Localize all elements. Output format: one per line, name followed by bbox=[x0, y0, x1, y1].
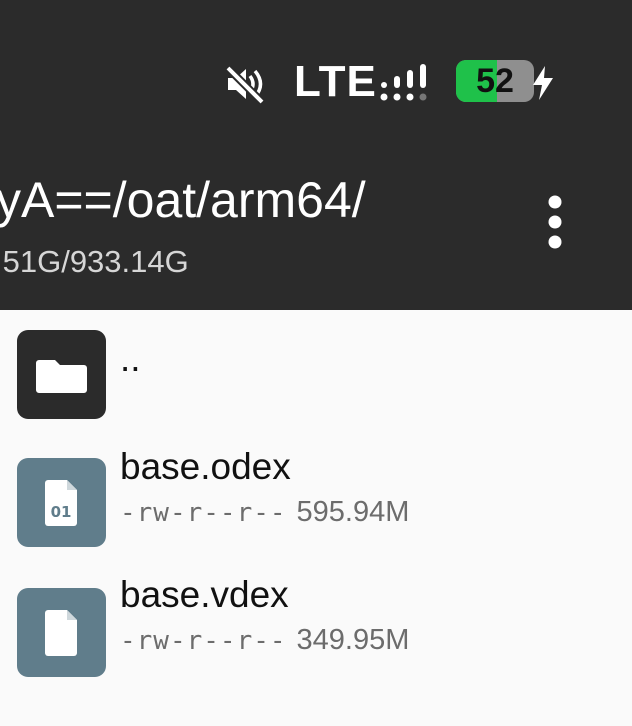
mute-icon bbox=[224, 64, 266, 109]
status-bar: LTE 52 bbox=[0, 56, 632, 108]
binary-file-icon: 01 bbox=[45, 480, 77, 526]
list-item-file[interactable]: base.vdex -rw-r--r-- 349.95M bbox=[0, 568, 632, 696]
signal-icon bbox=[380, 64, 436, 109]
file-list: .. 01 base.odex -rw-r--r-- 595.94M base.… bbox=[0, 310, 632, 726]
file-name: base.odex bbox=[120, 446, 291, 487]
file-name: base.vdex bbox=[120, 574, 289, 615]
more-vert-icon bbox=[548, 195, 562, 249]
file-size: 595.94M bbox=[296, 496, 410, 528]
battery-level: 52 bbox=[476, 62, 514, 100]
file-icon bbox=[45, 610, 77, 656]
file-thumbnail bbox=[17, 588, 106, 677]
app-bar: LTE 52 yA==/oat/arm64/ .51G/933.14G bbox=[0, 0, 632, 310]
current-path-title: yA==/oat/arm64/ bbox=[0, 172, 366, 228]
network-type-label: LTE bbox=[294, 57, 377, 106]
list-item-parent-directory[interactable]: .. bbox=[0, 310, 632, 438]
file-thumbnail: 01 bbox=[17, 458, 106, 547]
battery-icon: 52 bbox=[456, 60, 534, 102]
folder-thumbnail bbox=[17, 330, 106, 419]
folder-icon bbox=[36, 360, 87, 393]
file-manager-screen: LTE 52 yA==/oat/arm64/ .51G/933.14G .. 0… bbox=[0, 0, 632, 726]
file-meta: -rw-r--r-- 595.94M bbox=[120, 496, 409, 529]
file-permissions: -rw-r--r-- bbox=[120, 626, 287, 656]
file-name: .. bbox=[120, 338, 141, 379]
list-item-file[interactable]: 01 base.odex -rw-r--r-- 595.94M bbox=[0, 438, 632, 566]
file-size: 349.95M bbox=[296, 624, 410, 656]
storage-usage: .51G/933.14G bbox=[0, 244, 189, 279]
svg-text:01: 01 bbox=[51, 503, 72, 521]
charging-bolt-icon bbox=[530, 66, 556, 105]
file-meta: -rw-r--r-- 349.95M bbox=[120, 624, 409, 657]
file-permissions: -rw-r--r-- bbox=[120, 498, 287, 528]
more-options-button[interactable] bbox=[530, 186, 580, 256]
